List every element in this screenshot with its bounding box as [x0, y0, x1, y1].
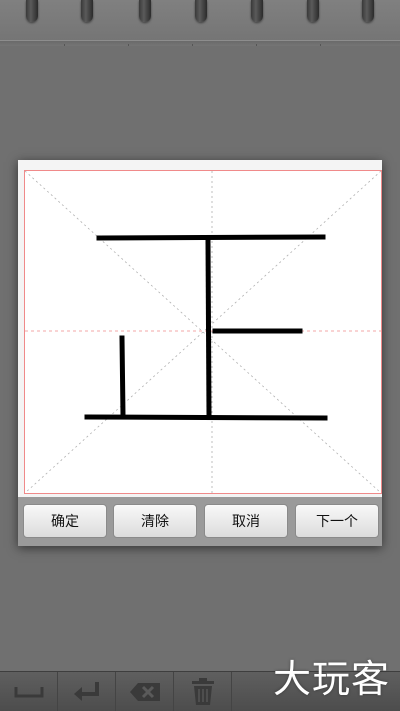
handwriting-dialog: 确定 清除 取消 下一个	[18, 160, 382, 546]
binder-rings	[0, 0, 400, 30]
space-button[interactable]	[0, 672, 58, 711]
enter-button[interactable]	[58, 672, 116, 711]
binder-ring-icon	[139, 0, 151, 22]
dialog-button-row: 确定 清除 取消 下一个	[18, 497, 382, 546]
binder-ring-icon	[251, 0, 263, 22]
handwritten-strokes	[84, 234, 328, 421]
clear-button[interactable]: 清除	[113, 504, 197, 538]
next-button[interactable]: 下一个	[295, 504, 379, 538]
stroke-top-horizontal	[96, 234, 326, 241]
binder-ring-icon	[81, 0, 93, 22]
backspace-icon	[129, 683, 160, 701]
space-icon	[14, 687, 43, 698]
notebook-header	[0, 0, 400, 44]
handwriting-canvas[interactable]	[24, 170, 382, 494]
handwriting-canvas-drawing	[25, 171, 381, 493]
guide-diagonal-2	[25, 171, 381, 493]
binder-ring-icon	[362, 0, 374, 22]
delete-button[interactable]	[174, 672, 232, 711]
stroke-left-vertical	[119, 335, 126, 418]
binder-ring-icon	[307, 0, 319, 22]
confirm-button[interactable]: 确定	[23, 504, 107, 538]
cancel-button[interactable]: 取消	[204, 504, 288, 538]
trash-icon	[191, 678, 214, 705]
watermark-logo: 大玩客	[272, 657, 390, 701]
backspace-button[interactable]	[116, 672, 174, 711]
stroke-center-vertical	[205, 238, 212, 418]
binder-ring-icon	[26, 0, 38, 22]
diagonal-guides	[25, 171, 381, 493]
stroke-bottom-horizontal	[84, 414, 328, 421]
enter-icon	[73, 682, 99, 701]
binder-ring-icon	[195, 0, 207, 22]
